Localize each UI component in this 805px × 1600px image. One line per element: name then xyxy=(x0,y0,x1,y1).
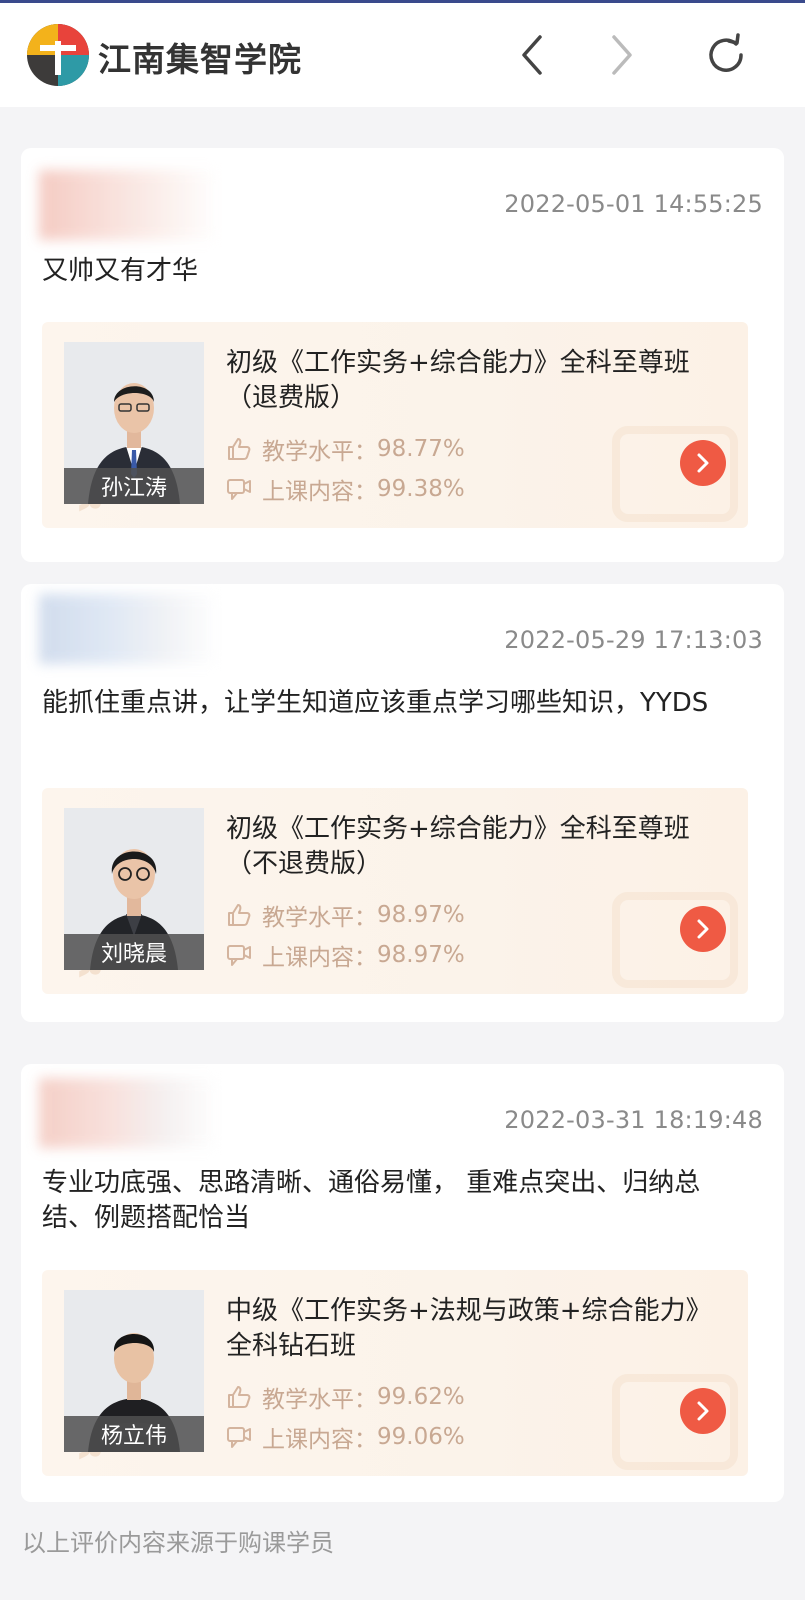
teacher-name: 杨立伟 xyxy=(64,1416,204,1452)
course-title: 初级《工作实务+综合能力》全科至尊班（退费版） xyxy=(226,348,690,413)
go-course-button[interactable] xyxy=(680,1388,726,1434)
teaching-label: 教学水平： xyxy=(262,439,377,465)
brand-title: 江南集智学院 xyxy=(98,40,302,79)
teaching-label: 教学水平： xyxy=(262,905,377,931)
go-course-button[interactable] xyxy=(680,906,726,952)
teacher-photo: 刘晓晨 xyxy=(64,808,204,970)
course-card[interactable]: TEACHER 孙江涛 初级《工作实务+综合能力》全科至尊班（退费版） 教学水平… xyxy=(42,322,748,528)
teacher-name: 刘晓晨 xyxy=(64,934,204,970)
chevron-right-icon xyxy=(697,1401,709,1421)
review-comment: 又帅又有才华 xyxy=(42,256,199,286)
teacher-photo: 杨立伟 xyxy=(64,1290,204,1452)
content-label: 上课内容： xyxy=(262,479,377,505)
content-value: 99.06% xyxy=(377,1424,465,1450)
course-title: 初级《工作实务+综合能力》全科至尊班（不退费版） xyxy=(226,814,690,879)
content-stat: 上课内容： 99.38% xyxy=(226,472,465,506)
teaching-stat: 教学水平： 99.62% xyxy=(226,1380,465,1414)
forward-button[interactable] xyxy=(596,29,648,81)
back-button[interactable] xyxy=(506,29,558,81)
teaching-value: 99.62% xyxy=(377,1384,465,1410)
chevron-right-icon xyxy=(697,919,709,939)
content-value: 99.38% xyxy=(377,476,465,502)
reviewer-avatar xyxy=(39,1078,219,1148)
content-label: 上课内容： xyxy=(262,945,377,971)
chevron-left-icon xyxy=(522,35,542,75)
reviewer-avatar xyxy=(39,170,219,240)
teaching-value: 98.77% xyxy=(377,436,465,462)
chevron-right-icon xyxy=(612,35,632,75)
course-card[interactable]: TEACHER 刘晓晨 初级《工作实务+综合能力》全科至尊班（不退费版） 教学水… xyxy=(42,788,748,994)
review-card: 2022-05-29 17:13:03 能抓住重点讲，让学生知道应该重点学习哪些… xyxy=(21,584,784,1022)
teacher-photo: 孙江涛 xyxy=(64,342,204,504)
course-card[interactable]: TEACHER 杨立伟 中级《工作实务+法规与政策+综合能力》全科钻石班 教学水… xyxy=(42,1270,748,1476)
app-header: 江南集智学院 xyxy=(0,3,805,107)
chevron-right-icon xyxy=(697,453,709,473)
video-chat-icon xyxy=(227,945,251,966)
teaching-label: 教学水平： xyxy=(262,1387,377,1413)
review-timestamp: 2022-05-29 17:13:03 xyxy=(504,626,763,654)
review-comment: 能抓住重点讲，让学生知道应该重点学习哪些知识，YYDS xyxy=(42,688,709,718)
review-card: 2022-03-31 18:19:48 专业功底强、思路清晰、通俗易懂， 重难点… xyxy=(21,1064,784,1502)
thumbs-up-icon xyxy=(228,1386,251,1408)
content-stat: 上课内容： 99.06% xyxy=(226,1420,465,1454)
thumbs-up-icon xyxy=(228,904,251,926)
content-stat: 上课内容： 98.97% xyxy=(226,938,465,972)
app-logo xyxy=(27,24,89,86)
review-timestamp: 2022-03-31 18:19:48 xyxy=(504,1106,763,1134)
teaching-stat: 教学水平： 98.77% xyxy=(226,432,465,466)
source-note: 以上评价内容来源于购课学员 xyxy=(22,1529,334,1557)
content-label: 上课内容： xyxy=(262,1427,377,1453)
review-card: 2022-05-01 14:55:25 又帅又有才华 TEACHER 孙江涛 初… xyxy=(21,148,784,562)
review-timestamp: 2022-05-01 14:55:25 xyxy=(504,190,763,218)
review-comment: 专业功底强、思路清晰、通俗易懂， 重难点突出、归纳总结、例题搭配恰当 xyxy=(42,1168,701,1233)
teacher-name: 孙江涛 xyxy=(64,468,204,504)
teaching-value: 98.97% xyxy=(377,902,465,928)
teaching-stat: 教学水平： 98.97% xyxy=(226,898,465,932)
refresh-icon xyxy=(709,33,743,72)
course-title: 中级《工作实务+法规与政策+综合能力》全科钻石班 xyxy=(226,1296,712,1361)
go-course-button[interactable] xyxy=(680,440,726,486)
video-chat-icon xyxy=(227,479,251,500)
refresh-button[interactable] xyxy=(700,29,752,81)
thumbs-up-icon xyxy=(228,438,251,460)
video-chat-icon xyxy=(227,1427,251,1448)
reviewer-avatar xyxy=(39,594,219,664)
content-value: 98.97% xyxy=(377,942,465,968)
